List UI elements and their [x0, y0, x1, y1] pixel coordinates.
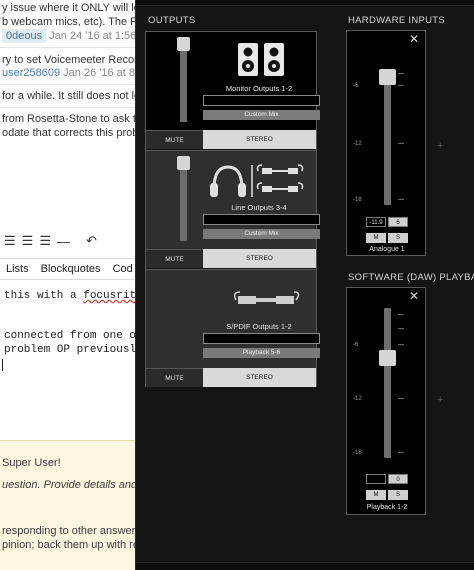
- comment-meta: user258609 Jan 26 '16 at 8:55: [2, 67, 150, 79]
- playback-channel-name: Playback 1-2: [366, 504, 408, 511]
- outputs-group: Monitor Outputs 1-2 Custom Mix MUTE STER…: [145, 31, 320, 388]
- output-meter-field: [203, 214, 320, 225]
- notice-text: pinion; back them up with refer: [2, 539, 150, 551]
- hardware-input-panel-analogue-1: ✕ -6 -12 -18 -11.9 6 M S Analogue 1: [346, 30, 426, 256]
- answer-guidance-notice: Super User! uestion. Provide details and…: [0, 440, 150, 570]
- add-playback-icon[interactable]: +: [437, 394, 443, 406]
- close-icon[interactable]: ✕: [409, 32, 419, 46]
- input-fader-knob[interactable]: [379, 69, 396, 85]
- mute-m-button[interactable]: M: [366, 490, 386, 500]
- editor-line[interactable]: problem OP previously: [4, 344, 143, 356]
- tab-lists[interactable]: Lists: [0, 263, 35, 275]
- solo-s-button[interactable]: S: [388, 490, 408, 500]
- editor-line[interactable]: connected from one of: [4, 330, 143, 342]
- output-fader-knob[interactable]: [177, 156, 190, 170]
- notice-title: Super User!: [2, 457, 61, 469]
- solo-s-button[interactable]: S: [388, 233, 408, 243]
- output-line-3-4: Line Outputs 3-4 Custom Mix MUTE STEREO: [146, 151, 320, 270]
- stereo-button[interactable]: STEREO: [203, 130, 316, 149]
- comment-text: from Rosetta-Stone to ask the: [2, 113, 149, 125]
- output-name: Line Outputs 3-4: [231, 203, 287, 212]
- comment-meta: 0deous Jan 24 '16 at 1:56: [2, 29, 137, 43]
- input-channel-name: Analogue 1: [369, 246, 405, 253]
- headphones-and-cables-icon: [208, 161, 316, 206]
- fader-scale-label: -18: [353, 197, 362, 203]
- editor-tab-row: Lists Blockquotes Cod: [0, 258, 150, 280]
- playback-fader-knob[interactable]: [379, 350, 396, 366]
- hardware-inputs-title: HARDWARE INPUTS: [348, 15, 446, 26]
- mute-button[interactable]: MUTE: [146, 130, 203, 149]
- output-name: S/PDIF Outputs 1-2: [226, 322, 292, 331]
- add-input-icon[interactable]: +: [437, 140, 443, 152]
- mute-m-button[interactable]: M: [366, 233, 386, 243]
- output-fader-knob[interactable]: [177, 37, 190, 51]
- output-mix-selector[interactable]: Playback 5-6: [203, 348, 320, 358]
- output-meter-field: [203, 333, 320, 344]
- tab-code[interactable]: Cod: [107, 263, 139, 275]
- fader-scale-label: -6: [353, 342, 359, 348]
- stereo-button[interactable]: STEREO: [203, 368, 316, 387]
- heading-icon[interactable]: ☰: [39, 233, 51, 249]
- stereo-button[interactable]: STEREO: [203, 249, 316, 268]
- tab-blockquotes[interactable]: Blockquotes: [35, 263, 107, 275]
- comment-text: ry to set Voicemeeter Recording: [2, 54, 150, 66]
- horizontal-rule-icon[interactable]: —: [57, 234, 70, 249]
- output-mix-selector[interactable]: Custom Mix: [203, 229, 320, 239]
- notice-text: responding to other answers.: [2, 525, 144, 537]
- mute-button[interactable]: MUTE: [146, 368, 203, 387]
- outputs-section-title: OUTPUTS: [148, 15, 196, 26]
- gain-value: [366, 474, 386, 484]
- fader-scale-label: -12: [353, 396, 362, 402]
- pan-value: 0: [388, 474, 408, 484]
- output-spdif-1-2: S/PDIF Outputs 1-2 Playback 5-6 MUTE STE…: [146, 270, 320, 388]
- output-mix-selector[interactable]: Custom Mix: [203, 110, 320, 120]
- undo-icon[interactable]: ↶: [86, 233, 97, 249]
- mute-button[interactable]: MUTE: [146, 249, 203, 268]
- bullet-list-icon[interactable]: ☰: [22, 233, 34, 249]
- comment-text: for a while. It still does not let: [2, 90, 144, 102]
- text-cursor: [2, 359, 3, 371]
- close-icon[interactable]: ✕: [409, 289, 419, 303]
- input-fader-track[interactable]: [384, 79, 391, 205]
- comment-text: odate that corrects this probler: [2, 127, 150, 139]
- comment-date: Jan 24 '16 at 1:56: [49, 30, 137, 42]
- ordered-list-icon[interactable]: ☰: [4, 233, 16, 249]
- playback-level-readout: 0: [366, 474, 408, 484]
- fader-scale-label: -12: [353, 141, 362, 147]
- audio-control-window: OUTPUTS HARDWARE INPUTS SOFTWARE (DAW) P…: [135, 0, 474, 570]
- fader-scale-label: -18: [353, 450, 362, 456]
- spdif-cable-icon: [232, 288, 302, 315]
- pan-value: 6: [388, 217, 408, 227]
- notice-text: uestion. Provide details and sh: [2, 479, 150, 491]
- output-meter-field: [203, 95, 320, 106]
- input-level-readout: -11.9 6: [366, 217, 408, 227]
- editor-toolbar: ☰ ☰ ☰ — ↶: [0, 230, 150, 252]
- software-playback-title: SOFTWARE (DAW) PLAYBACK: [348, 272, 474, 283]
- question-text-line: b webcam mics, etc). The Focusrit: [2, 16, 150, 28]
- output-monitor-1-2: Monitor Outputs 1-2 Custom Mix MUTE STER…: [146, 32, 320, 151]
- output-name: Monitor Outputs 1-2: [225, 84, 293, 93]
- software-playback-panel-1-2: ✕ -6 -12 -18 0 M S Playback 1-2: [346, 287, 426, 515]
- gain-value: -11.9: [366, 217, 386, 227]
- background-browser-page: y issue where it ONLY will let yo b webc…: [0, 0, 150, 570]
- comment-user-link[interactable]: user258609: [2, 67, 60, 79]
- question-text-line: y issue where it ONLY will let yo: [2, 2, 150, 14]
- speakers-icon: [236, 42, 286, 83]
- playback-fader-track[interactable]: [384, 308, 391, 458]
- comment-user-link[interactable]: 0deous: [2, 29, 47, 43]
- fader-scale-label: -6: [353, 83, 359, 89]
- editor-line[interactable]: this with a focusrite: [4, 290, 143, 302]
